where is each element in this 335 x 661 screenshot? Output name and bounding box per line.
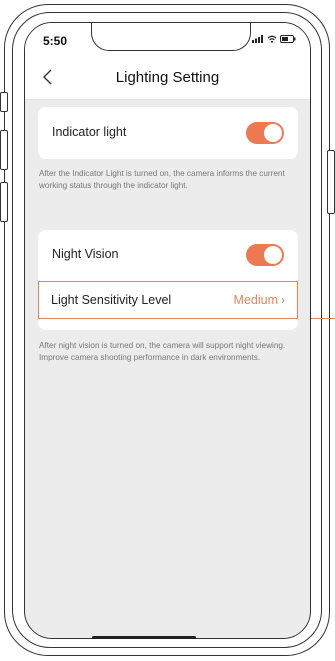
sensitivity-value-text: Medium xyxy=(233,293,278,307)
indicator-light-toggle[interactable] xyxy=(246,122,284,144)
status-icons xyxy=(252,35,296,43)
status-bar: 5:50 xyxy=(25,23,310,57)
light-sensitivity-row[interactable]: Light Sensitivity Level Medium › xyxy=(38,281,298,319)
nav-bar: Lighting Setting xyxy=(25,57,310,100)
indicator-light-card: Indicator light xyxy=(38,107,298,159)
home-indicator[interactable] xyxy=(92,636,196,639)
side-button xyxy=(0,182,8,222)
indicator-light-description: After the Indicator Light is turned on, … xyxy=(39,169,285,190)
status-time: 5:50 xyxy=(43,34,68,48)
toggle-knob xyxy=(264,124,282,142)
light-sensitivity-value: Medium › xyxy=(234,293,285,307)
indicator-light-label: Indicator light xyxy=(52,125,127,139)
page-title: Lighting Setting xyxy=(115,69,220,86)
chevron-right-icon: › xyxy=(281,293,285,307)
wifi-icon xyxy=(267,35,277,43)
callout-line xyxy=(311,318,335,320)
notch xyxy=(91,23,251,51)
side-button xyxy=(0,92,8,112)
toggle-knob xyxy=(264,246,282,264)
light-sensitivity-label: Light Sensitivity Level xyxy=(51,293,172,307)
side-button xyxy=(327,150,335,214)
side-button xyxy=(0,130,8,170)
phone-screen: 5:50 Lighting Setting Indicator light Af… xyxy=(24,22,311,639)
night-vision-toggle[interactable] xyxy=(246,244,284,266)
signal-icon xyxy=(252,35,263,43)
night-vision-label: Night Vision xyxy=(52,247,119,261)
battery-icon xyxy=(280,35,296,43)
night-vision-description: After night vision is turned on, the cam… xyxy=(39,341,286,362)
